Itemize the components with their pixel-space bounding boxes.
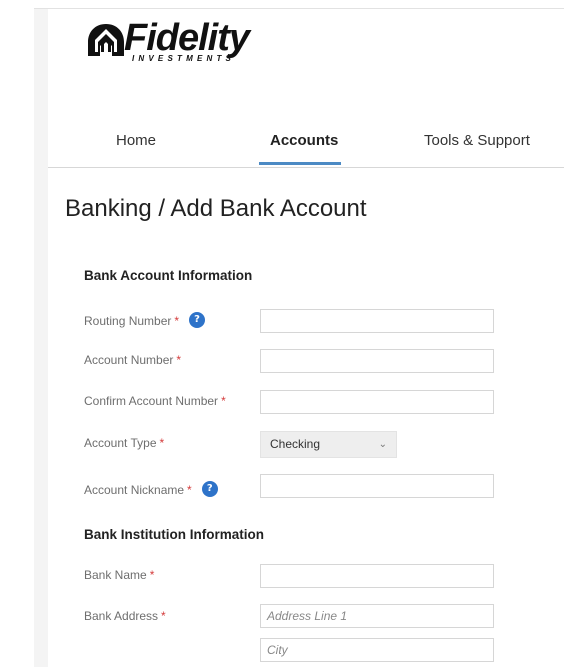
help-icon[interactable]: ?: [201, 481, 218, 497]
left-gutter: [34, 8, 48, 667]
required-marker: *: [221, 394, 226, 408]
nav-tools-support[interactable]: Tools & Support: [424, 132, 530, 149]
confirm-account-number-input[interactable]: [260, 390, 494, 414]
bank-name-input[interactable]: [260, 564, 494, 588]
account-number-input[interactable]: [260, 349, 494, 373]
confirm-account-number-label: Confirm Account Number *: [84, 394, 226, 408]
section-title-institution-info: Bank Institution Information: [84, 527, 264, 542]
account-type-select[interactable]: Checking ⌄: [260, 431, 397, 458]
top-divider: [34, 8, 564, 9]
account-type-value: Checking: [270, 437, 321, 451]
nav-home[interactable]: Home: [116, 132, 156, 149]
account-nickname-input[interactable]: [260, 474, 494, 498]
help-icon[interactable]: ?: [189, 312, 206, 328]
chevron-down-icon: ⌄: [378, 439, 387, 450]
nav-accounts[interactable]: Accounts: [270, 132, 338, 149]
account-type-label: Account Type *: [84, 436, 165, 450]
fidelity-logo[interactable]: Fidelity INVESTMENTS: [86, 16, 306, 72]
required-marker: *: [149, 568, 155, 582]
page-title: Banking / Add Bank Account: [65, 195, 367, 222]
address-line-1-input[interactable]: Address Line 1: [260, 604, 494, 628]
routing-number-input[interactable]: [260, 309, 494, 333]
required-marker: *: [176, 353, 182, 367]
pyramid-logo-icon: [88, 24, 124, 56]
main-nav: Home Accounts Tools & Support: [48, 120, 564, 168]
city-input[interactable]: City: [260, 638, 494, 662]
bank-name-label: Bank Name *: [84, 568, 155, 582]
routing-number-label: Routing Number *?: [84, 312, 206, 330]
account-nickname-label: Account Nickname *?: [84, 481, 218, 499]
required-marker: *: [161, 609, 166, 623]
nav-divider: [48, 167, 564, 168]
nav-active-indicator: [259, 162, 341, 165]
required-marker: *: [159, 436, 165, 450]
bank-address-label: Bank Address *: [84, 609, 166, 623]
account-number-label: Account Number *: [84, 353, 182, 367]
required-marker: *: [187, 483, 192, 498]
brand-subtitle: INVESTMENTS: [132, 54, 236, 63]
section-title-account-info: Bank Account Information: [84, 268, 253, 283]
required-marker: *: [174, 314, 180, 329]
